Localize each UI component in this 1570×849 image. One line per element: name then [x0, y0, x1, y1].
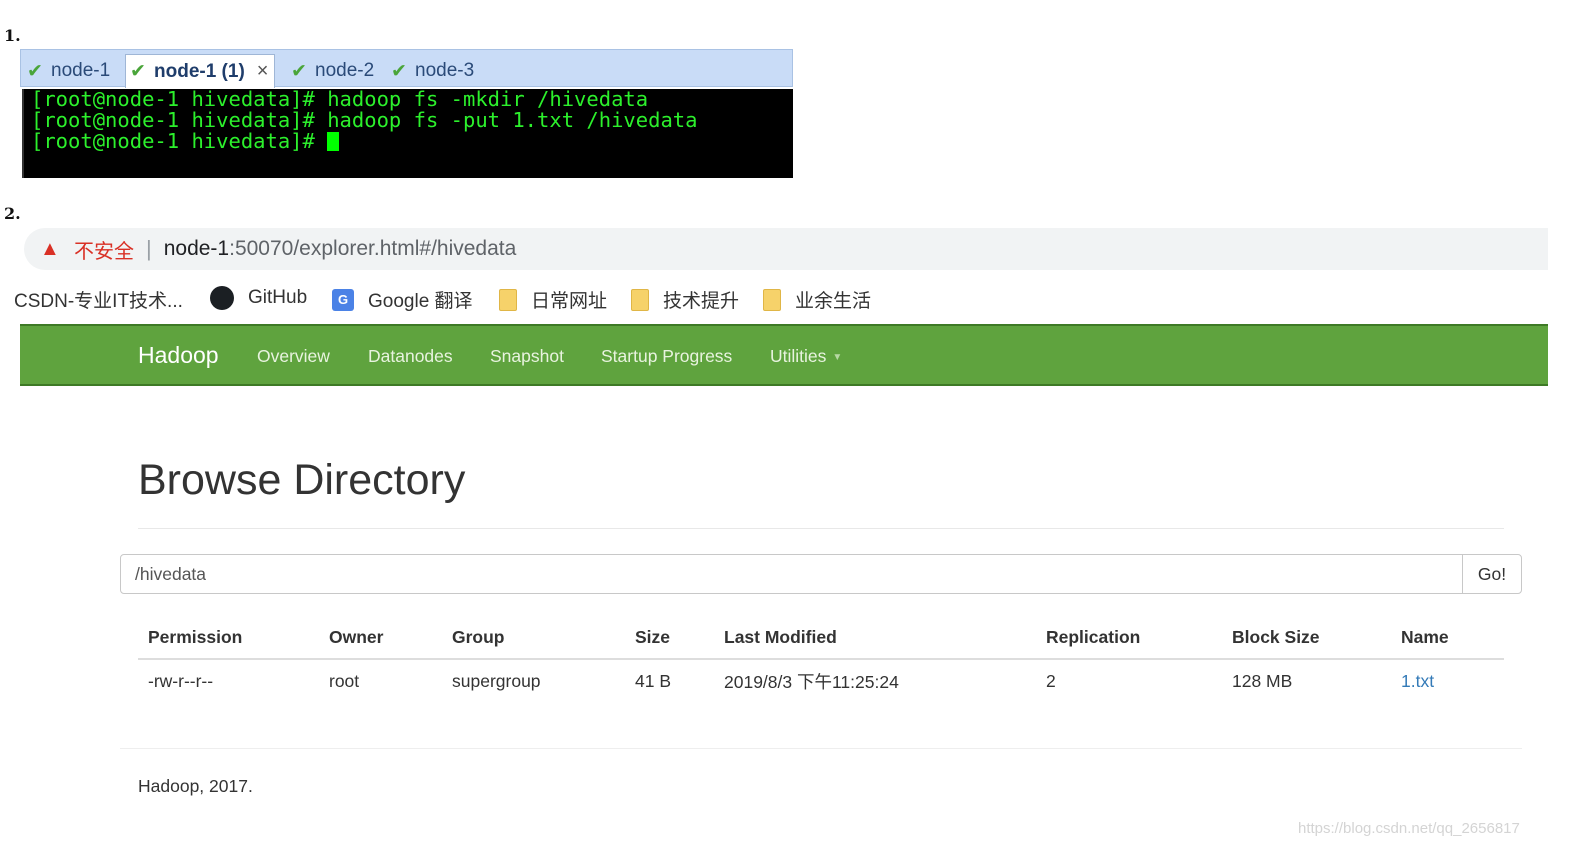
nav-datanodes[interactable]: Datanodes [368, 346, 453, 367]
brand-link[interactable]: Hadoop [138, 342, 219, 369]
cell-replication: 2 [1046, 671, 1056, 691]
bookmark-google-translate[interactable]: G Google 翻译 [332, 286, 473, 313]
address-separator: | [146, 236, 152, 261]
terminal-prompt: [root@node-1 hivedata]# [31, 129, 328, 153]
nav-utilities-label: Utilities [770, 346, 827, 366]
directory-path-input[interactable] [120, 554, 1464, 594]
nav-startup-progress[interactable]: Startup Progress [601, 346, 732, 367]
tab-node-1[interactable]: ✔ node-1 [27, 56, 110, 86]
terminal-line: [root@node-1 hivedata]# hadoop fs -mkdir… [31, 87, 649, 111]
terminal-cursor [327, 132, 340, 151]
bookmarks-bar: CSDN-专业IT技术... GitHub G Google 翻译 日常网址 技… [0, 280, 1570, 316]
terminal-window: ✔ node-1 ✔ node-1 (1) × ✔ node-2 ✔ node-… [20, 49, 793, 178]
watermark: https://blog.csdn.net/qq_2656817 [1298, 820, 1520, 837]
column-group[interactable]: Group [442, 616, 625, 660]
nav-overview[interactable]: Overview [257, 346, 330, 367]
go-button[interactable]: Go! [1462, 554, 1522, 594]
table-row: -rw-r--r-- root supergroup 41 B 2019/8/3… [138, 659, 1504, 703]
cell-block-size: 128 MB [1232, 671, 1293, 691]
check-icon: ✔ [291, 60, 307, 82]
caret-down-icon: ▼ [832, 352, 843, 363]
check-icon: ✔ [391, 60, 407, 82]
check-icon: ✔ [27, 60, 43, 82]
title-divider [138, 528, 1504, 529]
bookmark-label: 日常网址 [531, 291, 608, 312]
github-icon [210, 286, 234, 310]
column-size[interactable]: Size [625, 616, 714, 660]
table-header-row: Permission Owner Group Size Last Modifie… [138, 616, 1504, 660]
cell-owner: root [329, 671, 360, 691]
google-translate-icon: G [332, 288, 354, 311]
bookmark-label: GitHub [248, 287, 308, 308]
tab-node-3[interactable]: ✔ node-3 [391, 56, 474, 86]
bookmark-folder-life[interactable]: 业余生活 [763, 286, 871, 313]
url-host: node-1 [163, 237, 230, 260]
directory-table: Permission Owner Group Size Last Modifie… [138, 616, 1504, 703]
bookmark-csdn[interactable]: CSDN-专业IT技术... [14, 286, 183, 313]
cell-name: 1.txt [1391, 659, 1504, 703]
security-label[interactable]: 不安全 [74, 235, 134, 264]
url-path: :50070/explorer.html#/hivedata [229, 237, 517, 260]
nav-snapshot[interactable]: Snapshot [490, 346, 564, 367]
step-label-2: 2. [4, 204, 21, 223]
terminal-line: [root@node-1 hivedata]# hadoop fs -put 1… [31, 108, 698, 132]
tab-label: node-3 [415, 60, 475, 81]
bookmark-folder-daily[interactable]: 日常网址 [499, 286, 607, 313]
terminal-tab-bar: ✔ node-1 ✔ node-1 (1) × ✔ node-2 ✔ node-… [20, 49, 793, 88]
bookmark-label: 技术提升 [663, 291, 740, 312]
bookmark-github[interactable]: GitHub [210, 286, 307, 310]
address-bar[interactable]: ▲ 不安全 | node-1:50070/explorer.html#/hive… [24, 228, 1548, 270]
terminal-screen[interactable]: [root@node-1 hivedata]# hadoop fs -mkdir… [22, 89, 793, 178]
check-icon: ✔ [130, 61, 146, 82]
cell-permission: -rw-r--r-- [148, 671, 214, 691]
tab-node-2[interactable]: ✔ node-2 [291, 56, 374, 86]
column-permission[interactable]: Permission [138, 616, 319, 660]
column-name[interactable]: Name [1391, 616, 1504, 660]
step-label-1: 1. [4, 26, 21, 45]
close-icon[interactable]: × [257, 60, 269, 83]
bookmark-label: Google 翻译 [368, 291, 473, 312]
column-replication[interactable]: Replication [1036, 616, 1222, 660]
bookmark-label: CSDN-专业IT技术... [14, 291, 183, 312]
footer-text: Hadoop, 2017. [138, 776, 253, 796]
terminal-prompt-line: [root@node-1 hivedata]# [31, 131, 793, 152]
tab-node-1-1[interactable]: ✔ node-1 (1) × [125, 54, 276, 88]
column-block-size[interactable]: Block Size [1222, 616, 1391, 660]
warning-icon[interactable]: ▲ [40, 238, 62, 261]
cell-group: supergroup [452, 671, 541, 691]
footer-divider [120, 748, 1522, 749]
tab-label: node-2 [315, 60, 375, 81]
tab-label: node-1 [51, 60, 111, 81]
column-last-modified[interactable]: Last Modified [714, 616, 1036, 660]
cell-last-modified: 2019/8/3 下午11:25:24 [724, 672, 899, 692]
folder-icon [499, 288, 517, 311]
folder-icon [631, 288, 649, 311]
page-title: Browse Directory [138, 456, 466, 504]
cell-size: 41 B [635, 671, 671, 691]
file-link[interactable]: 1.txt [1401, 671, 1434, 691]
folder-icon [763, 288, 781, 311]
bookmark-label: 业余生活 [795, 291, 872, 312]
nav-utilities-dropdown[interactable]: Utilities ▼ [770, 346, 842, 367]
tab-label: node-1 (1) [154, 60, 245, 82]
bookmark-folder-tech[interactable]: 技术提升 [631, 286, 739, 313]
hadoop-navbar: Hadoop Overview Datanodes Snapshot Start… [20, 324, 1548, 386]
column-owner[interactable]: Owner [319, 616, 442, 660]
